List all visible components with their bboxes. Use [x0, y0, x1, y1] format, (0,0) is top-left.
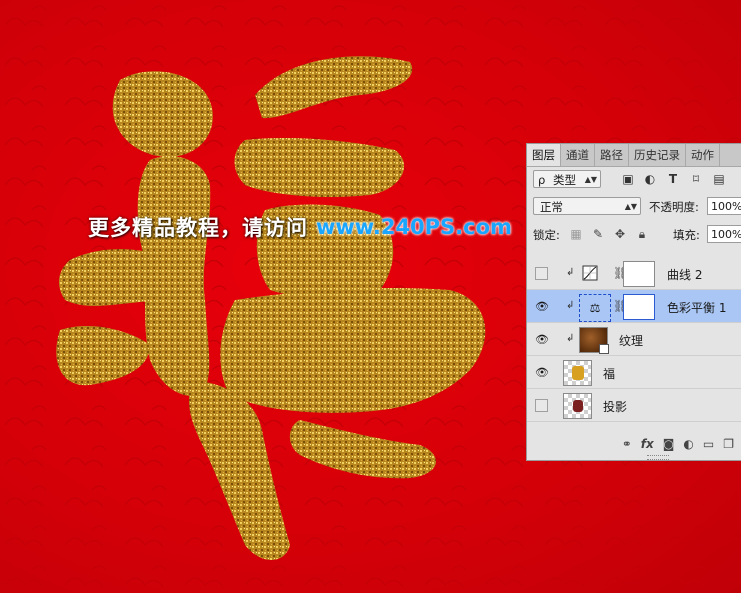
- opacity-input[interactable]: 100%: [707, 197, 741, 215]
- clipping-arrow-icon: ↲: [566, 300, 575, 311]
- blend-mode-select[interactable]: 正常 ▲▼: [533, 197, 641, 215]
- lock-transparent-icon[interactable]: ▦: [569, 227, 583, 241]
- adjustment-icon[interactable]: ◐: [683, 437, 693, 451]
- eye-icon[interactable]: 👁︎: [535, 333, 549, 346]
- layer-row-shadow[interactable]: 投影: [527, 389, 741, 422]
- panel-bottom-toolbar: ⚭ fx ◙ ◐ ▭ ❐: [527, 433, 741, 455]
- layer-row-fu[interactable]: 👁︎ 福: [527, 356, 741, 389]
- link-icon[interactable]: ⚭: [622, 437, 632, 451]
- clipping-arrow-icon: ↲: [566, 267, 575, 278]
- panel-resize-grip[interactable]: [647, 455, 669, 460]
- image-filter-icon[interactable]: ▣: [621, 172, 635, 186]
- watermark-url: www.240PS.com: [316, 215, 512, 239]
- fill-input[interactable]: 100%: [707, 225, 741, 243]
- layer-name[interactable]: 福: [603, 365, 615, 382]
- shape-filter-icon[interactable]: ⌑: [689, 172, 703, 186]
- clipping-arrow-icon: ↲: [566, 333, 575, 344]
- tab-history[interactable]: 历史记录: [629, 144, 686, 166]
- layers-panel: 图层 通道 路径 历史记录 动作 ρ 类型 ▲▼ ▣ ◐ T ⌑ ▤ 正常 ▲▼…: [526, 143, 741, 461]
- golden-glyph-icon: [572, 366, 584, 380]
- watermark-chinese-text: 更多精品教程，请访问: [88, 216, 308, 240]
- fx-icon[interactable]: fx: [641, 437, 654, 451]
- layer-row-curves[interactable]: ↲ ⛓ 曲线 2: [527, 257, 741, 290]
- tab-paths[interactable]: 路径: [595, 144, 629, 166]
- adjustment-filter-icon[interactable]: ◐: [643, 172, 657, 186]
- mask-icon[interactable]: ◙: [663, 437, 675, 451]
- curves-adjustment-icon: [582, 265, 598, 281]
- smart-object-filter-icon[interactable]: ▤: [712, 172, 726, 186]
- smart-object-badge-icon: [599, 344, 609, 354]
- fu-layer-thumbnail[interactable]: [563, 360, 592, 386]
- balance-scale-icon: ⚖: [579, 294, 611, 322]
- visibility-toggle-off[interactable]: [535, 399, 548, 412]
- folder-icon[interactable]: ▭: [703, 437, 714, 451]
- fill-label: 填充:: [673, 228, 700, 242]
- dark-glyph-icon: [573, 400, 583, 412]
- search-icon: ρ: [538, 173, 546, 187]
- layer-mask-thumbnail[interactable]: [623, 294, 655, 320]
- layer-name[interactable]: 色彩平衡 1: [667, 299, 726, 316]
- layer-kind-filter[interactable]: ρ 类型 ▲▼: [533, 170, 601, 188]
- chevron-updown-icon: ▲▼: [584, 175, 597, 184]
- lock-all-icon[interactable]: 🔒︎: [635, 227, 649, 242]
- chevron-updown-icon: ▲▼: [624, 202, 637, 211]
- layer-row-color-balance[interactable]: 👁︎ ↲ ⚖ ⛓ 色彩平衡 1: [527, 290, 741, 323]
- layer-name[interactable]: 投影: [603, 398, 627, 415]
- lock-label: 锁定:: [533, 228, 560, 242]
- layer-row-texture[interactable]: 👁︎ ↲ 纹理: [527, 323, 741, 356]
- lock-position-icon[interactable]: ✥: [613, 227, 627, 241]
- watermark-banner: 更多精品教程，请访问 www.240PS.com: [88, 212, 512, 242]
- eye-icon[interactable]: 👁︎: [535, 300, 549, 313]
- blend-mode-value: 正常: [540, 200, 563, 214]
- lock-brush-icon[interactable]: ✎: [591, 227, 605, 241]
- texture-thumbnail[interactable]: [579, 327, 609, 354]
- tab-channels[interactable]: 通道: [561, 144, 595, 166]
- kind-filter-label: 类型: [552, 173, 576, 187]
- type-filter-icon[interactable]: T: [666, 172, 680, 186]
- shadow-layer-thumbnail[interactable]: [563, 393, 592, 419]
- layer-name[interactable]: 曲线 2: [667, 266, 702, 283]
- layer-name[interactable]: 纹理: [619, 332, 643, 349]
- layer-mask-thumbnail[interactable]: [623, 261, 655, 287]
- eye-icon[interactable]: 👁︎: [535, 366, 549, 379]
- panel-tabs: 图层 通道 路径 历史记录 动作: [527, 144, 741, 167]
- new-layer-icon[interactable]: ❐: [723, 437, 734, 451]
- tab-actions[interactable]: 动作: [686, 144, 720, 166]
- tab-layers[interactable]: 图层: [527, 144, 561, 166]
- opacity-label: 不透明度:: [649, 200, 699, 214]
- visibility-toggle-off[interactable]: [535, 267, 548, 280]
